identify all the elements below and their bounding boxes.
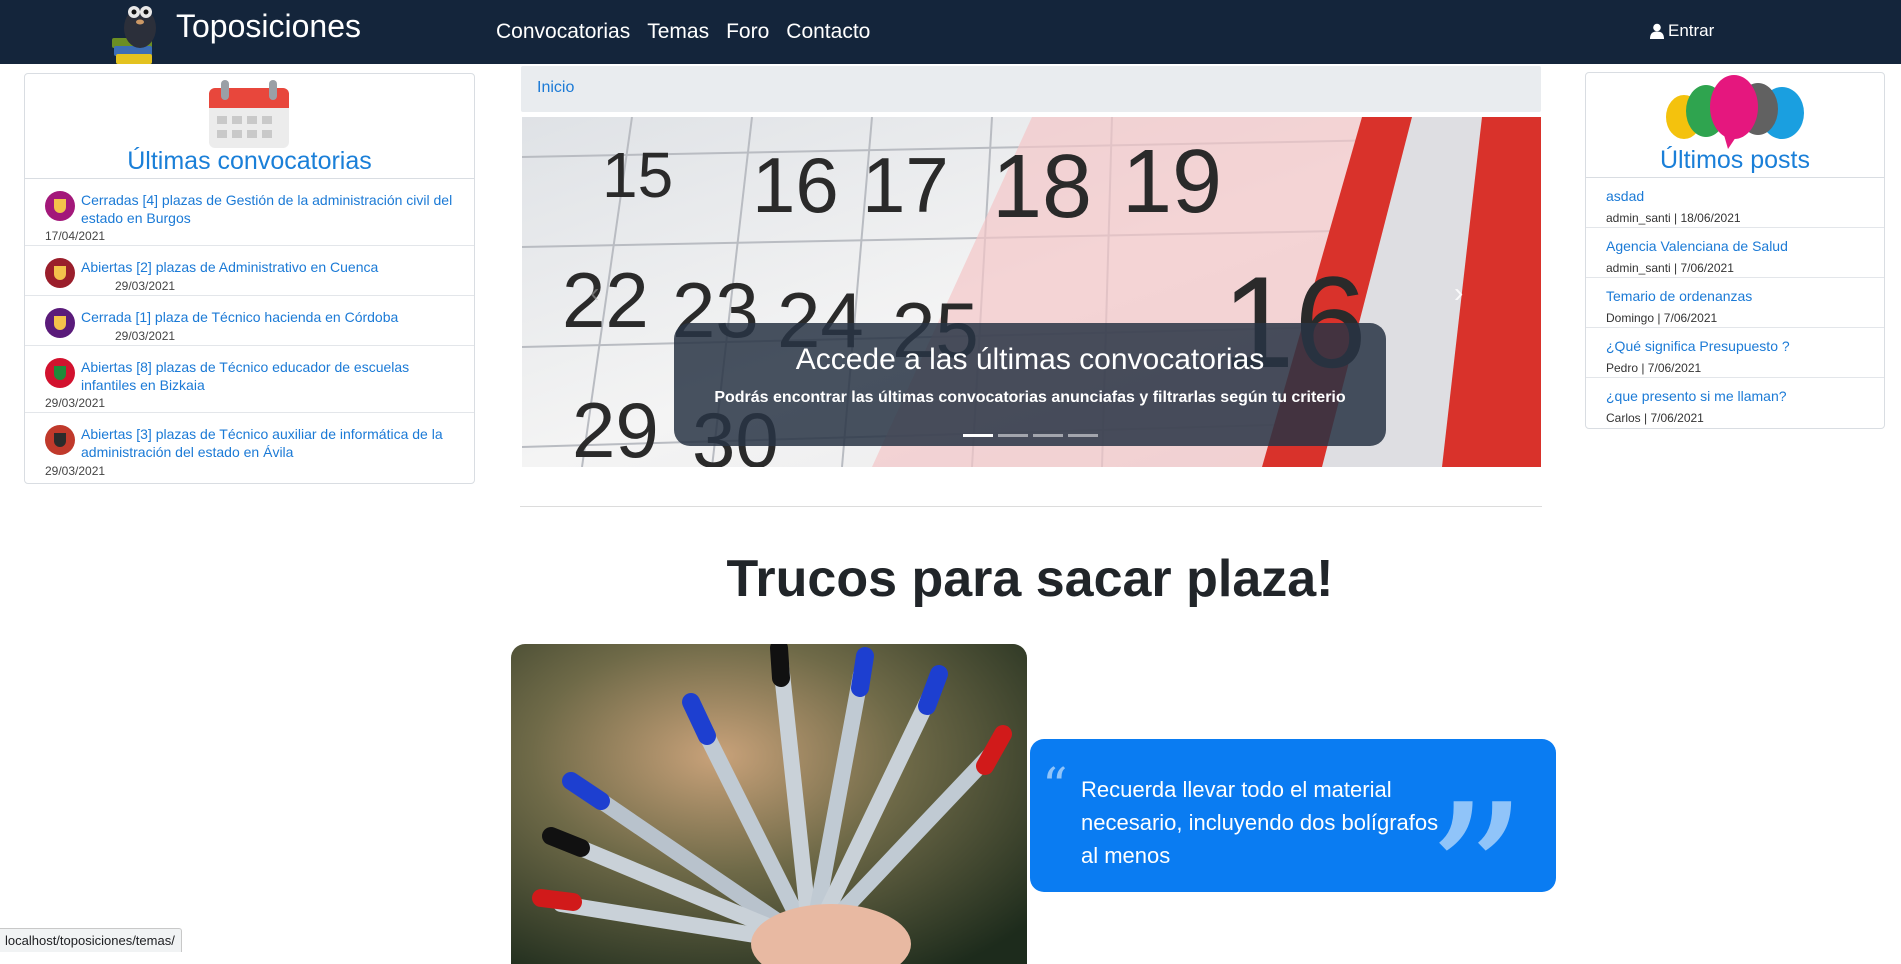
post-meta: Pedro | 7/06/2021 [1606,361,1702,375]
caption-subtitle: Podrás encontrar las últimas convocatori… [714,389,1346,406]
call-date: 29/03/2021 [45,396,106,410]
breadcrumb-home[interactable]: Inicio [537,79,574,97]
login-link[interactable]: Entrar [1650,21,1714,41]
svg-text:22: 22 [562,256,649,344]
svg-text:18: 18 [992,137,1092,237]
list-item: ¿Qué significa Presupuesto ? Pedro | 7/0… [1586,328,1884,378]
carousel-indicator[interactable] [1067,434,1098,437]
carousel-prev-icon[interactable]: ‹ [590,277,599,309]
mascot-logo-icon [112,6,156,64]
nav-foro[interactable]: Foro [726,20,769,44]
svg-text:19: 19 [1122,132,1222,232]
list-item: Cerrada [1] plaza de Técnico hacienda en… [25,296,474,346]
call-link[interactable]: Cerradas [4] plazas de Gestión de la adm… [81,191,456,227]
call-link[interactable]: Abiertas [2] plazas de Administrativo en… [81,258,456,276]
post-link[interactable]: Agencia Valenciana de Salud [1606,238,1788,254]
list-item: Abiertas [3] plazas de Técnico auxiliar … [25,413,474,480]
coat-of-arms-icon [45,258,75,288]
call-date: 29/03/2021 [45,464,106,478]
nav-contacto[interactable]: Contacto [786,20,870,44]
nav-temas[interactable]: Temas [647,20,709,44]
latest-posts-header: Últimos posts [1586,73,1884,178]
caption-title: Accede a las últimas convocatorias [795,343,1265,376]
login-label: Entrar [1668,21,1715,40]
call-link[interactable]: Abiertas [3] plazas de Técnico auxiliar … [81,425,456,461]
list-item: Temario de ordenanzas Domingo | 7/06/202… [1586,278,1884,328]
nav-links: Convocatorias Temas Foro Contacto [496,20,870,44]
call-date: 29/03/2021 [115,329,176,343]
coat-of-arms-icon [45,425,75,455]
svg-text:29: 29 [572,386,659,467]
tip-quote: “ Recuerda llevar todo el material neces… [1030,739,1556,892]
carousel-indicators [674,434,1386,437]
latest-posts-card: Últimos posts asdad admin_santi | 18/06/… [1585,72,1885,429]
post-link[interactable]: ¿Qué significa Presupuesto ? [1606,338,1790,354]
pens-photo [511,644,1027,964]
list-item: asdad admin_santi | 18/06/2021 [1586,178,1884,228]
coat-of-arms-icon [45,308,75,338]
carousel-indicator[interactable] [1032,434,1063,437]
breadcrumb: Inicio [521,66,1541,112]
list-item: ¿que presento si me llaman? Carlos | 7/0… [1586,378,1884,428]
latest-posts-title: Últimos posts [1659,146,1811,174]
post-meta: Carlos | 7/06/2021 [1606,411,1704,425]
brand-name: Toposiciones [176,8,361,44]
quote-text: Recuerda llevar todo el material necesar… [1081,777,1439,868]
latest-calls-title: Últimas convocatorias [127,147,372,175]
list-item: Cerradas [4] plazas de Gestión de la adm… [25,179,474,246]
svg-text:17: 17 [862,141,949,229]
list-item: Abiertas [8] plazas de Técnico educador … [25,346,474,413]
user-icon [1650,23,1664,39]
quote-open-icon: “ [1042,757,1068,815]
call-date: 17/04/2021 [45,229,106,243]
latest-calls-header: Últimas convocatorias [25,74,474,179]
post-link[interactable]: ¿que presento si me llaman? [1606,388,1787,404]
link-status-bar: localhost/toposiciones/temas/ [0,928,182,952]
coat-of-arms-icon [45,191,75,221]
svg-text:15: 15 [602,139,673,211]
post-link[interactable]: Temario de ordenanzas [1606,288,1752,304]
section-heading: Trucos para sacar plaza! [726,550,1334,608]
carousel: 151617 1819 222324 2516 2930 ‹ › Accede … [522,117,1541,467]
latest-calls-card: Últimas convocatorias Cerradas [4] plaza… [24,73,475,484]
post-meta: Domingo | 7/06/2021 [1606,311,1718,325]
coat-of-arms-icon [45,358,75,388]
carousel-indicator[interactable] [962,434,993,437]
post-meta: admin_santi | 7/06/2021 [1606,261,1734,275]
list-item: Abiertas [2] plazas de Administrativo en… [25,246,474,296]
post-meta: admin_santi | 18/06/2021 [1606,211,1741,225]
call-link[interactable]: Cerrada [1] plaza de Técnico hacienda en… [81,308,456,326]
call-date: 29/03/2021 [115,279,176,293]
carousel-next-icon[interactable]: › [1454,277,1463,309]
quote-close-icon: ” [1425,762,1528,893]
list-item: Agencia Valenciana de Salud admin_santi … [1586,228,1884,278]
call-link[interactable]: Abiertas [8] plazas de Técnico educador … [81,358,456,394]
calendar-icon [209,80,289,148]
speech-bubbles-icon [1666,75,1804,149]
nav-convocatorias[interactable]: Convocatorias [496,20,630,44]
section-divider [520,506,1542,507]
svg-text:16: 16 [752,141,839,229]
carousel-caption: Accede a las últimas convocatorias Podrá… [674,323,1386,446]
navbar: Toposiciones Convocatorias Temas Foro Co… [0,0,1901,64]
carousel-indicator[interactable] [997,434,1028,437]
post-link[interactable]: asdad [1606,188,1644,204]
